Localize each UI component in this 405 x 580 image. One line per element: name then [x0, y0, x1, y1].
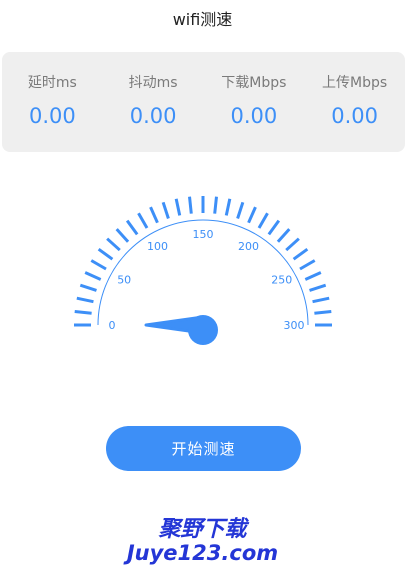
- gauge-tick: [299, 259, 316, 271]
- gauge-tick: [90, 259, 107, 271]
- gauge-tick: [74, 310, 92, 315]
- page-title: wifi测速: [172, 10, 233, 29]
- gauge-tick: [84, 271, 102, 281]
- stat-latency: 延时ms 0.00: [2, 52, 103, 152]
- gauge-tick: [174, 198, 182, 216]
- gauge-tick-label: 0: [109, 319, 116, 332]
- gauge-tick-label: 100: [147, 240, 168, 253]
- gauge-tick: [267, 219, 281, 236]
- gauge-tick: [314, 310, 332, 315]
- gauge-tick: [312, 296, 330, 304]
- gauge-tick: [224, 198, 232, 216]
- stats-panel: 延时ms 0.00 抖动ms 0.00 下载Mbps 0.00 上传Mbps 0…: [2, 52, 405, 152]
- gauge-tick: [213, 196, 218, 214]
- stat-latency-label: 延时ms: [27, 75, 77, 91]
- gauge-tick: [257, 212, 269, 229]
- gauge-needle-hub: [188, 315, 218, 345]
- stat-upload-value: 0.00: [331, 104, 378, 128]
- gauge-tick: [106, 237, 121, 252]
- gauge-tick: [247, 206, 257, 224]
- stat-download-label: 下载Mbps: [221, 75, 287, 91]
- gauge-tick: [292, 247, 309, 261]
- title-bar: wifi测速: [0, 0, 405, 36]
- gauge-tick: [137, 212, 149, 229]
- gauge-needle: [144, 315, 218, 345]
- gauge-tick: [79, 283, 97, 292]
- stat-download: 下载Mbps 0.00: [204, 52, 305, 152]
- watermark-logo: 聚野下载 Juye123.com: [0, 517, 405, 566]
- stat-download-value: 0.00: [230, 104, 278, 128]
- stat-latency-value: 0.00: [28, 104, 76, 128]
- gauge-tick: [304, 271, 322, 281]
- watermark-line1: 聚野下载: [158, 517, 247, 542]
- gauge-tick: [188, 196, 193, 214]
- stat-jitter-value: 0.00: [129, 104, 177, 128]
- stat-upload-label: 上传Mbps: [322, 75, 388, 91]
- stat-jitter: 抖动ms 0.00: [103, 52, 204, 152]
- speed-gauge: 0 50 100 150 200 250 300: [74, 196, 332, 345]
- gauge-tick: [276, 228, 291, 243]
- stat-jitter-label: 抖动ms: [128, 75, 178, 91]
- gauge-tick: [97, 247, 114, 261]
- gauge-tick: [309, 283, 327, 292]
- gauge-tick: [285, 237, 300, 252]
- gauge-tick: [76, 296, 94, 304]
- gauge-ticks: [74, 196, 332, 327]
- gauge-tick: [149, 206, 159, 224]
- gauge-tick-label: 50: [117, 274, 131, 287]
- gauge-tick-label: 250: [271, 274, 292, 287]
- watermark-line2: Juye123.com: [126, 541, 279, 566]
- start-test-button[interactable]: 开始测速: [106, 426, 301, 471]
- gauge-tick: [125, 219, 139, 236]
- gauge-tick: [115, 228, 130, 243]
- gauge-tick: [161, 201, 170, 219]
- gauge-tick: [236, 201, 245, 219]
- gauge-tick-label: 150: [193, 228, 214, 241]
- gauge-tick-label: 200: [238, 240, 259, 253]
- stat-upload: 上传Mbps 0.00: [304, 52, 405, 152]
- gauge-tick-label: 300: [284, 319, 305, 332]
